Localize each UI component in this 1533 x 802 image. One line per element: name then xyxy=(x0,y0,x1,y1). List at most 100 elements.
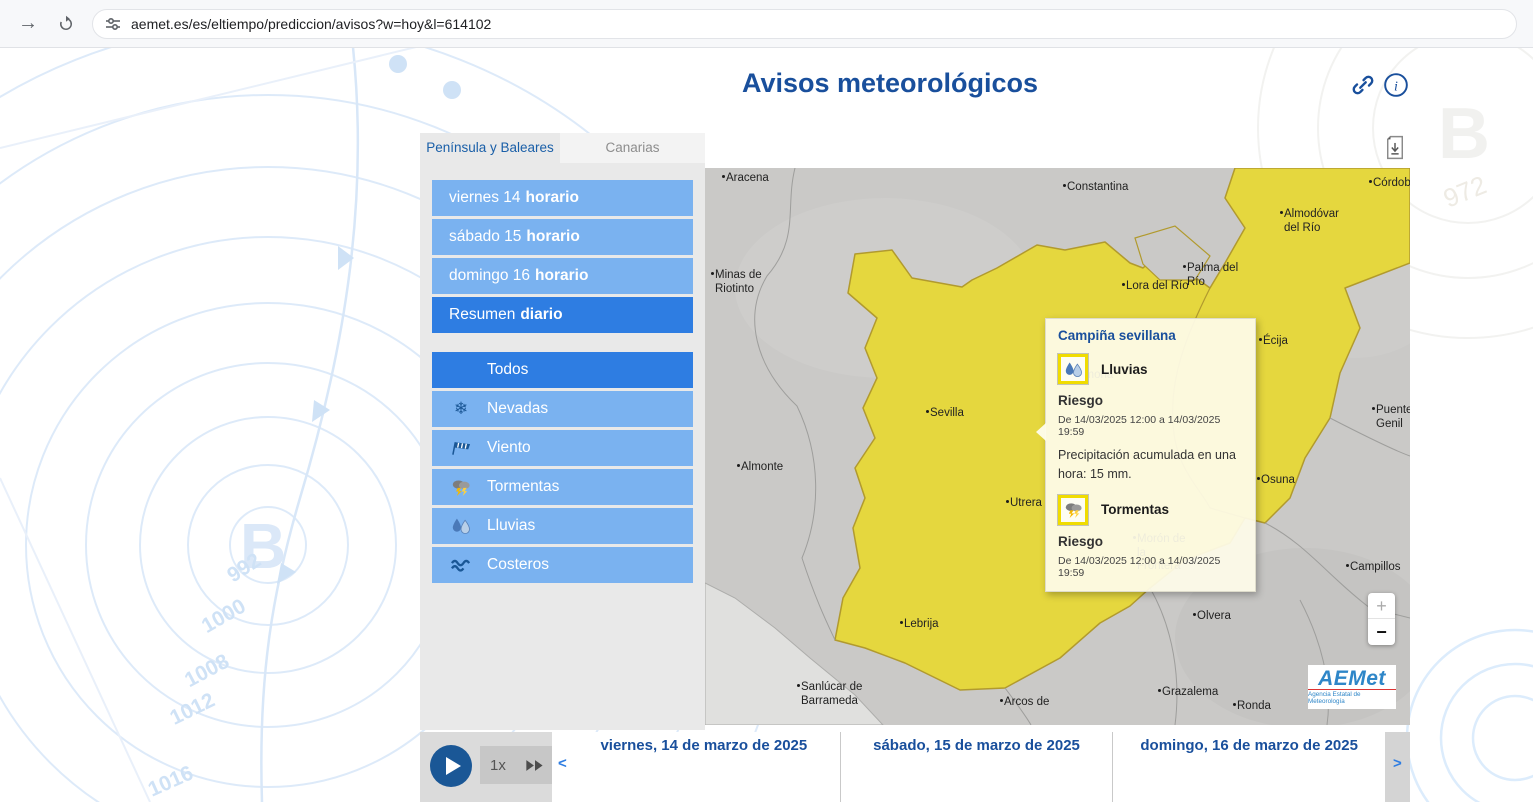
place-dot xyxy=(797,684,800,687)
place-dot xyxy=(926,410,929,413)
place-dot xyxy=(1183,265,1186,268)
tab-peninsula-baleares[interactable]: Península y Baleares xyxy=(420,133,560,163)
day-button-viernes-14[interactable]: viernes 14 horario xyxy=(432,180,693,216)
date-timeline: < viernes, 14 de marzo de 2025 sábado, 1… xyxy=(552,732,1385,802)
warning-tooltip: Campiña sevillana Lluvias Riesgo De 14/0… xyxy=(1045,318,1256,592)
day-label: viernes 14 xyxy=(449,189,521,207)
play-button[interactable] xyxy=(430,745,472,787)
warning-period: De 14/03/2025 12:00 a 14/03/2025 19:59 xyxy=(1058,555,1243,579)
download-map-button[interactable] xyxy=(1385,135,1405,165)
place-label: Sanlúcar deBarrameda xyxy=(801,681,862,708)
filter-label: Tormentas xyxy=(487,478,559,496)
filter-label: Nevadas xyxy=(487,400,548,418)
warning-description: Precipitación acumulada en una hora: 15 … xyxy=(1058,446,1243,484)
aemet-logo-subtitle: Agencia Estatal de Meteorología xyxy=(1308,689,1396,705)
info-button[interactable]: i xyxy=(1383,72,1409,98)
place-label: Minas deRiotinto xyxy=(715,269,762,296)
filter-button-tormentas[interactable]: Tormentas xyxy=(432,469,693,505)
page-content: B 992 1000 1008 1012 1016 B 972 Avisos m… xyxy=(0,48,1533,802)
place-label: Osuna xyxy=(1261,474,1295,488)
filter-button-viento[interactable]: Viento xyxy=(432,430,693,466)
forward-icon[interactable]: → xyxy=(16,12,40,35)
place-label: Córdoba xyxy=(1373,177,1410,191)
timeline-day-sabado[interactable]: sábado, 15 de marzo de 2025 xyxy=(841,732,1114,802)
filter-label: Viento xyxy=(487,439,531,457)
svg-text:1008: 1008 xyxy=(181,650,233,692)
day-button-sabado-15[interactable]: sábado 15horario xyxy=(432,219,693,255)
region-tabs: Península y Baleares Canarias xyxy=(420,133,705,163)
day-label-bold: horario xyxy=(526,189,579,207)
storm-icon xyxy=(449,478,473,496)
warning-map[interactable]: AracenaMinas deRiotintoConstantinaCórdob… xyxy=(705,168,1410,725)
place-dot xyxy=(1372,407,1375,410)
reload-icon[interactable] xyxy=(54,15,78,33)
place-label: Lebrija xyxy=(904,618,939,632)
day-label: Resumen xyxy=(449,306,515,324)
place-label: Utrera xyxy=(1010,497,1042,511)
place-label: Campillos xyxy=(1350,561,1401,575)
filter-button-costeros[interactable]: Costeros xyxy=(432,547,693,583)
tab-canarias[interactable]: Canarias xyxy=(560,133,705,163)
filter-button-lluvias[interactable]: Lluvias xyxy=(432,508,693,544)
waves-icon xyxy=(449,558,473,572)
place-dot xyxy=(1000,699,1003,702)
place-label: Almodóvardel Río xyxy=(1284,208,1339,235)
tooltip-zone-title: Campiña sevillana xyxy=(1058,328,1243,343)
secondary-low-letter: B xyxy=(1438,94,1490,174)
storm-warning-icon xyxy=(1058,495,1088,525)
fast-forward-icon[interactable] xyxy=(525,759,545,772)
map-zoom-controls: + − xyxy=(1368,593,1395,645)
timeline-prev-arrow[interactable]: < xyxy=(558,755,567,772)
place-label: Ronda xyxy=(1237,700,1271,714)
timeline-next-strip[interactable]: > xyxy=(1385,732,1410,802)
place-label: Aracena xyxy=(726,172,769,186)
place-dot xyxy=(1257,477,1260,480)
warning-level: Riesgo xyxy=(1058,534,1243,549)
place-dot xyxy=(1006,500,1009,503)
wind-icon xyxy=(449,440,473,456)
place-label: Olvera xyxy=(1197,610,1231,624)
speed-control[interactable]: 1x xyxy=(480,746,555,784)
filter-label: Costeros xyxy=(487,556,549,574)
day-button-domingo-16[interactable]: domingo 16horario xyxy=(432,258,693,294)
browser-toolbar: → aemet.es/es/eltiempo/prediccion/avisos… xyxy=(0,0,1533,48)
secondary-low-value: 972 xyxy=(1439,169,1490,213)
filter-button-nevadas[interactable]: ❄ Nevadas xyxy=(432,391,693,427)
day-button-resumen-diario[interactable]: Resumen diario xyxy=(432,297,693,333)
aemet-logo: AEMet Agencia Estatal de Meteorología xyxy=(1308,665,1396,709)
day-label: domingo 16 xyxy=(449,267,530,285)
timeline-columns: viernes, 14 de marzo de 2025 sábado, 15 … xyxy=(568,732,1385,802)
place-label: Grazalema xyxy=(1162,686,1218,700)
timeline-day-viernes[interactable]: viernes, 14 de marzo de 2025 xyxy=(568,732,841,802)
svg-text:1012: 1012 xyxy=(166,689,218,730)
filter-button-todos[interactable]: Todos xyxy=(432,352,693,388)
info-icon: i xyxy=(1383,72,1409,98)
link-icon xyxy=(1350,72,1376,98)
filter-button-list: Todos ❄ Nevadas Viento xyxy=(432,352,693,583)
place-dot xyxy=(1122,283,1125,286)
rain-icon xyxy=(449,517,473,535)
place-dot xyxy=(711,272,714,275)
sidebar-panel: viernes 14 horario sábado 15horario domin… xyxy=(420,163,705,730)
place-label: Palma delRío xyxy=(1187,262,1238,289)
timeline-day-domingo[interactable]: domingo, 16 de marzo de 2025 xyxy=(1113,732,1385,802)
day-button-list: viernes 14 horario sábado 15horario domin… xyxy=(432,180,693,333)
svg-text:i: i xyxy=(1394,78,1398,94)
url-text[interactable]: aemet.es/es/eltiempo/prediccion/avisos?w… xyxy=(131,16,491,32)
snow-icon: ❄ xyxy=(449,399,473,419)
warning-type: Tormentas xyxy=(1101,502,1169,517)
download-icon xyxy=(1385,135,1405,160)
place-dot xyxy=(1193,613,1196,616)
timeline-next-arrow[interactable]: > xyxy=(1393,755,1402,772)
zoom-in-button[interactable]: + xyxy=(1368,593,1395,619)
place-dot xyxy=(1233,703,1236,706)
place-label: Arcos de xyxy=(1004,696,1049,710)
day-label-bold: diario xyxy=(520,306,562,324)
svg-text:1000: 1000 xyxy=(198,595,250,638)
permalink-button[interactable] xyxy=(1350,72,1376,98)
warning-period: De 14/03/2025 12:00 a 14/03/2025 19:59 xyxy=(1058,414,1243,438)
address-bar[interactable]: aemet.es/es/eltiempo/prediccion/avisos?w… xyxy=(92,9,1517,39)
place-dot xyxy=(900,621,903,624)
zoom-out-button[interactable]: − xyxy=(1368,619,1395,645)
site-info-icon[interactable] xyxy=(105,16,121,32)
